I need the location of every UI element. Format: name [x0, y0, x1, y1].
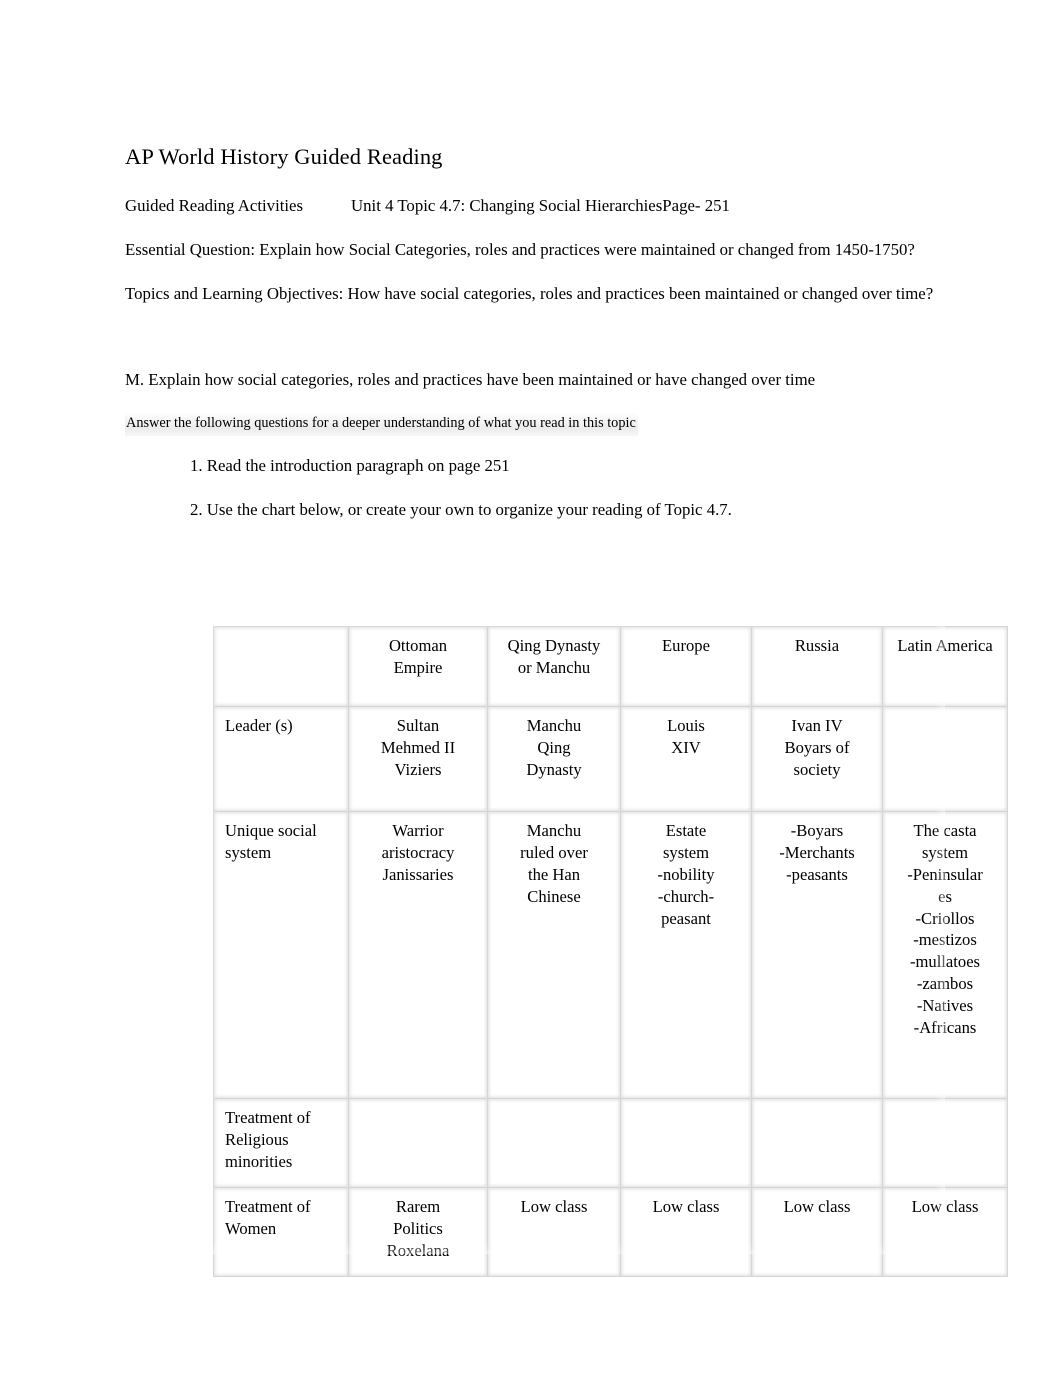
cell-leader-latin-america	[882, 706, 1008, 812]
cell-unique-qing: Manchu ruled over the Han Chinese	[487, 811, 621, 1099]
objective-m: M. Explain how social categories, roles …	[125, 370, 816, 389]
header-cell-qing: Qing Dynasty or Manchu	[487, 626, 621, 707]
cell-unique-ottoman-lines: Warrior aristocracy Janissaries	[381, 821, 455, 884]
cell-women-latin-america-lines: Low class	[911, 1197, 979, 1216]
cell-leader-europe: Louis XIV	[620, 706, 752, 812]
unit-topic-label: Unit 4 Topic 4.7: Changing Social Hierar…	[351, 196, 663, 215]
cell-religion-qing	[487, 1098, 621, 1188]
header-cell-ottoman: Ottoman Empire	[348, 626, 488, 707]
cell-leader-ottoman: Sultan Mehmed II Viziers	[348, 706, 488, 812]
cell-religion-latin-america	[882, 1098, 1008, 1188]
answer-instruction: Answer the following questions for a dee…	[125, 412, 638, 437]
row-label-women-lines: Treatment of Women	[225, 1197, 311, 1238]
cell-women-ottoman-lines: Rarem Politics Roxelana	[386, 1197, 450, 1260]
cell-religion-russia	[751, 1098, 883, 1188]
cell-religion-europe	[620, 1098, 752, 1188]
table-row: Treatment of Religious minorities	[213, 1098, 1008, 1188]
header-cell-europe: Europe	[620, 626, 752, 707]
row-label-religious-minorities: Treatment of Religious minorities	[213, 1098, 349, 1188]
cell-leader-russia: Ivan IV Boyars of society	[751, 706, 883, 812]
cell-leader-ottoman-lines: Sultan Mehmed II Viziers	[380, 716, 456, 779]
essential-question: Essential Question: Explain how Social C…	[125, 240, 915, 259]
cell-women-russia-lines: Low class	[783, 1197, 851, 1216]
cell-women-russia: Low class	[751, 1187, 883, 1277]
cell-women-europe-lines: Low class	[652, 1197, 720, 1216]
activities-line: Guided Reading Activities Unit 4 Topic 4.…	[125, 195, 730, 217]
cell-leader-europe-lines: Louis XIV	[667, 716, 705, 757]
table-header-row: Ottoman Empire Qing Dynasty or Manchu Euro…	[213, 626, 1008, 707]
table-row: Unique social system Warrior aristocracy Ja…	[213, 811, 1008, 1099]
cell-women-ottoman: Rarem Politics Roxelana	[348, 1187, 488, 1277]
page-ref-label: Page- 251	[662, 196, 730, 215]
row-label-unique-social-system: Unique social system	[213, 811, 349, 1099]
cell-unique-latin-america: The casta system -Peninsular es -Criollos -me…	[882, 811, 1008, 1099]
header-cell-latin-america: Latin America	[882, 626, 1008, 707]
social-hierarchies-chart: Ottoman Empire Qing Dynasty or Manchu Euro…	[213, 626, 1008, 1277]
header-cell-blank	[213, 626, 349, 707]
chart-table: Ottoman Empire Qing Dynasty or Manchu Euro…	[213, 626, 1008, 1277]
table-row: Leader (s) Sultan Mehmed II Viziers Manchu…	[213, 706, 1008, 812]
topics-objectives: Topics and Learning Objectives: How have…	[125, 284, 934, 303]
table-row: Treatment of Women Rarem Politics Roxelana …	[213, 1187, 1008, 1277]
cell-women-qing-lines: Low class	[520, 1197, 588, 1216]
header-qing-lines: Qing Dynasty or Manchu	[507, 636, 601, 677]
row-label-treatment-of-women: Treatment of Women	[213, 1187, 349, 1277]
header-cell-russia: Russia	[751, 626, 883, 707]
header-europe-lines: Europe	[662, 636, 710, 655]
list-item-1: 1. Read the introduction paragraph on pa…	[190, 456, 510, 475]
row-label-leader-lines: Leader (s)	[225, 716, 293, 735]
cell-women-europe: Low class	[620, 1187, 752, 1277]
list-item-2: 2. Use the chart below, or create your o…	[190, 500, 732, 519]
row-label-leader: Leader (s)	[213, 706, 349, 812]
cell-unique-latin-america-lines: The casta system -Peninsular es -Criollos -me…	[907, 821, 983, 1038]
cell-unique-europe-lines: Estate system -nobility -church-peasant	[657, 821, 715, 928]
document-page: AP World History Guided Reading Guided R…	[0, 0, 1062, 1377]
cell-unique-russia: -Boyars -Merchants -peasants	[751, 811, 883, 1099]
header-russia-lines: Russia	[794, 636, 840, 655]
page-title: AP World History Guided Reading	[125, 144, 443, 169]
cell-unique-ottoman: Warrior aristocracy Janissaries	[348, 811, 488, 1099]
cell-leader-russia-lines: Ivan IV Boyars of society	[784, 716, 850, 779]
header-ottoman-lines: Ottoman Empire	[388, 636, 448, 677]
row-label-religion-lines: Treatment of Religious minorities	[225, 1108, 311, 1171]
activities-label: Guided Reading Activities	[125, 196, 304, 215]
cell-unique-europe: Estate system -nobility -church-peasant	[620, 811, 752, 1099]
header-latin-america-lines: Latin America	[897, 636, 993, 655]
cell-women-latin-america: Low class	[882, 1187, 1008, 1277]
cell-religion-ottoman	[348, 1098, 488, 1188]
cell-women-qing: Low class	[487, 1187, 621, 1277]
cell-leader-qing-lines: Manchu Qing Dynasty	[526, 716, 582, 779]
cell-unique-qing-lines: Manchu ruled over the Han Chinese	[520, 821, 588, 906]
cell-unique-russia-lines: -Boyars -Merchants -peasants	[779, 821, 855, 884]
cell-leader-qing: Manchu Qing Dynasty	[487, 706, 621, 812]
row-label-unique-lines: Unique social system	[225, 821, 317, 862]
